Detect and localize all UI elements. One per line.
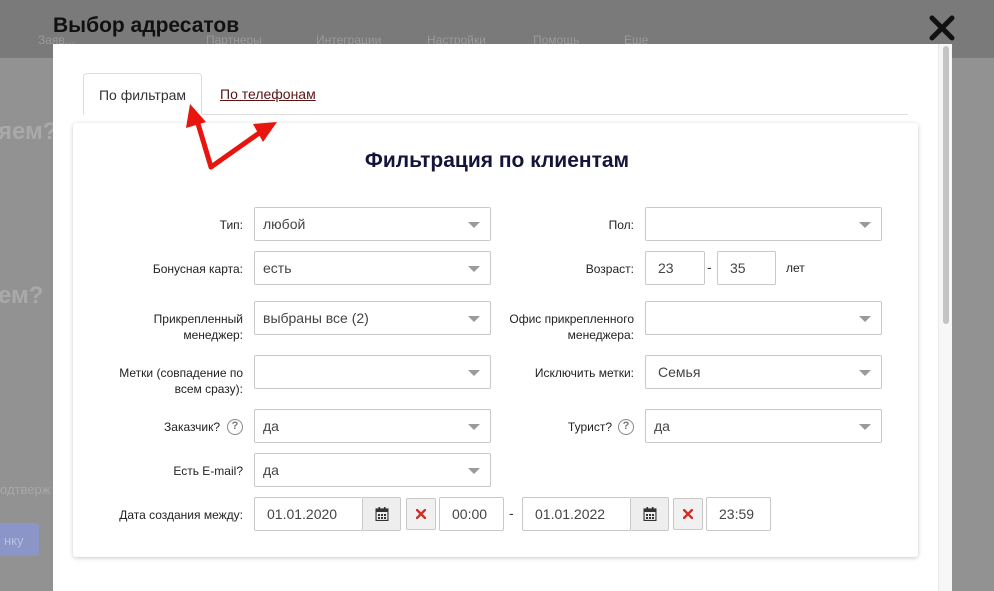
- chevron-down-icon: [859, 316, 871, 322]
- chevron-down-icon: [468, 222, 480, 228]
- tourist-label: Турист?: [567, 420, 612, 434]
- background-heading: яем?: [0, 118, 53, 145]
- age-label: Возраст:: [585, 262, 634, 276]
- question-icon[interactable]: ?: [618, 419, 634, 435]
- scrollbar-thumb[interactable]: [943, 46, 949, 324]
- customer-label: Заказчик?: [164, 420, 220, 434]
- manager-office-label-line: менеджера:: [567, 328, 634, 342]
- background-heading: ем?: [0, 282, 44, 309]
- time-to-input[interactable]: 23:59: [706, 497, 771, 531]
- manager-office-label: Офис прикрепленного менеджера:: [490, 311, 634, 343]
- chevron-down-icon: [468, 468, 480, 474]
- background-button: нку: [0, 523, 39, 556]
- age-unit: лет: [786, 261, 805, 275]
- question-icon[interactable]: ?: [227, 419, 243, 435]
- date-range-separator: -: [509, 505, 514, 521]
- manager-label-line: менеджер:: [183, 328, 243, 342]
- tags-label-line: Метки (совпадение по: [119, 366, 243, 380]
- modal-scrollbar[interactable]: [938, 44, 952, 591]
- date-to-input[interactable]: 01.01.2022: [522, 497, 631, 531]
- chevron-down-icon: [859, 370, 871, 376]
- chevron-down-icon: [468, 424, 480, 430]
- chevron-down-icon: [468, 316, 480, 322]
- manager-select-value: выбраны все (2): [263, 310, 369, 326]
- type-label: Тип:: [219, 218, 243, 232]
- tourist-select[interactable]: да: [645, 409, 882, 443]
- chevron-down-icon: [859, 424, 871, 430]
- age-to-input[interactable]: 35: [717, 251, 776, 285]
- manager-label: Прикрепленный менеджер:: [100, 311, 243, 343]
- tags-label: Метки (совпадение по всем сразу):: [100, 365, 243, 397]
- date-from-calendar-button[interactable]: [363, 497, 401, 531]
- panel-title: Фильтрация по клиентам: [364, 149, 630, 172]
- date-from-clear-button[interactable]: [406, 498, 436, 530]
- tab-by-filters[interactable]: По фильтрам: [83, 73, 202, 115]
- chevron-down-icon: [859, 222, 871, 228]
- age-from-input[interactable]: 23: [645, 251, 705, 285]
- chevron-down-icon: [468, 370, 480, 376]
- customer-select[interactable]: да: [254, 409, 491, 443]
- email-label: Есть E-mail?: [173, 464, 243, 478]
- calendar-icon: [375, 507, 388, 521]
- gender-label: Пол:: [608, 218, 634, 232]
- tab-by-phones[interactable]: По телефонам: [220, 86, 316, 102]
- age-separator: -: [707, 259, 712, 275]
- close-icon[interactable]: [928, 14, 956, 42]
- type-select[interactable]: любой: [254, 207, 491, 241]
- email-select[interactable]: да: [254, 453, 491, 487]
- manager-select[interactable]: выбраны все (2): [254, 301, 491, 335]
- tags-label-line: всем сразу):: [174, 382, 243, 396]
- exclude-tags-value: Семья: [658, 364, 701, 380]
- gender-select[interactable]: [645, 207, 882, 241]
- calendar-icon: [643, 507, 656, 521]
- manager-office-select[interactable]: [645, 301, 882, 335]
- chevron-down-icon: [468, 266, 480, 272]
- bonus-card-label: Бонусная карта:: [152, 262, 243, 276]
- bonus-card-select[interactable]: есть: [254, 251, 491, 285]
- exclude-tags-label: Исключить метки:: [534, 366, 634, 380]
- modal-title: Выбор адресатов: [53, 14, 240, 37]
- customer-select-value: да: [263, 418, 279, 434]
- exclude-tags-select[interactable]: Семья: [645, 355, 882, 389]
- date-to-calendar-button[interactable]: [631, 497, 669, 531]
- tags-select[interactable]: [254, 355, 491, 389]
- tourist-select-value: да: [654, 418, 670, 434]
- manager-label-line: Прикрепленный: [153, 312, 243, 326]
- date-from-input[interactable]: 01.01.2020: [254, 497, 363, 531]
- email-select-value: да: [263, 462, 279, 478]
- background-right: [952, 58, 994, 591]
- type-select-value: любой: [263, 216, 306, 232]
- background-text: одтверж: [0, 482, 51, 497]
- bonus-card-value: есть: [263, 260, 292, 276]
- created-date-label: Дата создания между:: [119, 508, 243, 522]
- clear-x-icon: [683, 509, 693, 519]
- date-to-clear-button[interactable]: [673, 498, 703, 530]
- time-from-input[interactable]: 00:00: [439, 497, 504, 531]
- tabs-divider: [83, 114, 908, 115]
- clear-x-icon: [416, 509, 426, 519]
- manager-office-label-line: Офис прикрепленного: [509, 312, 634, 326]
